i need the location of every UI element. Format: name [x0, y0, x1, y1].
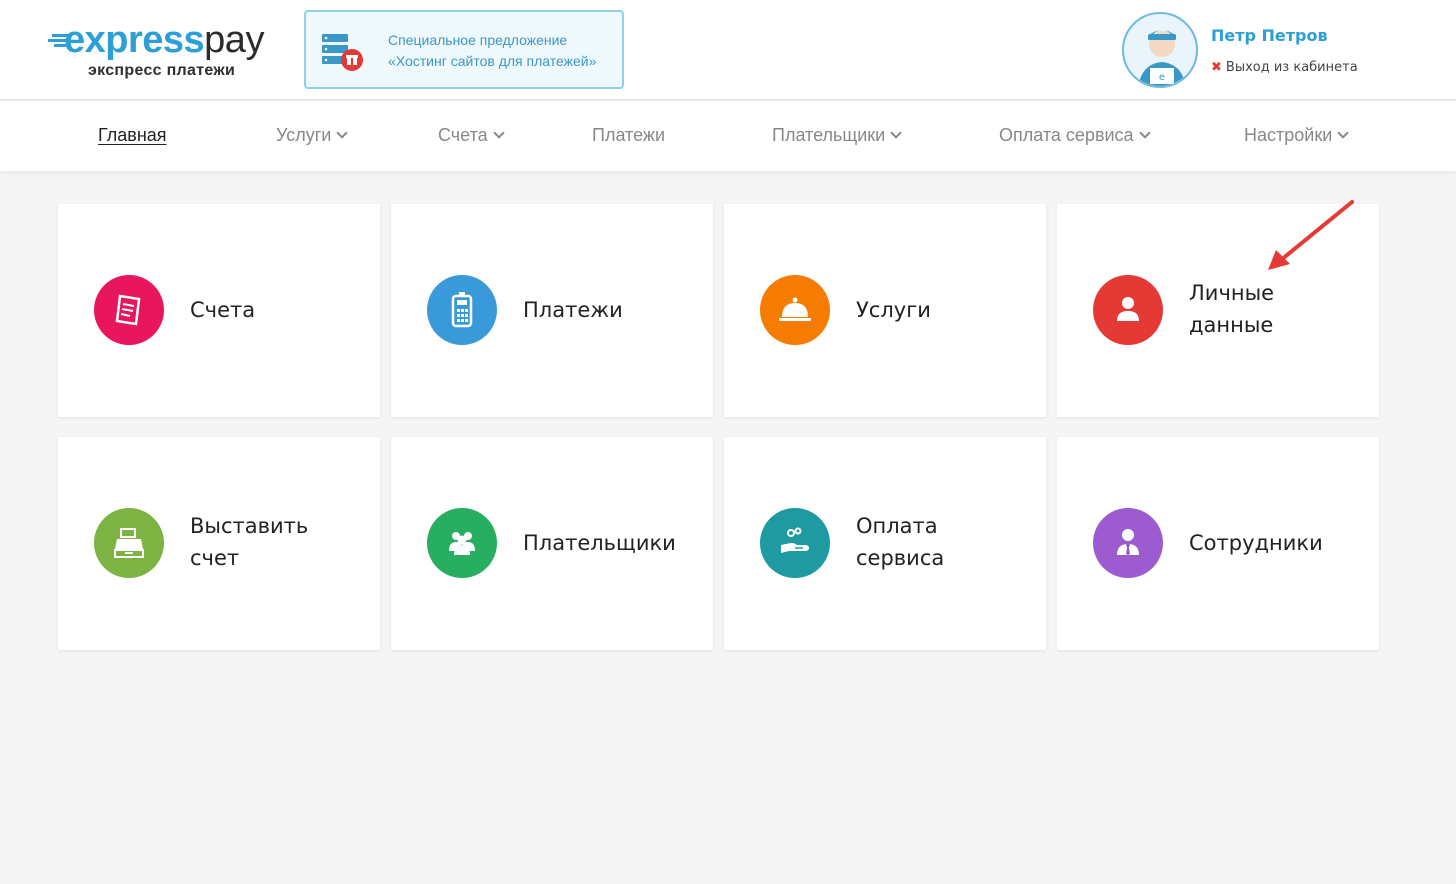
nav-item-invoices[interactable]: Счета [438, 125, 505, 146]
chevron-down-icon [1138, 127, 1151, 139]
promo-line-1: Специальное предложение [388, 32, 568, 48]
logout-link[interactable]: ✖ Выход из кабинета [1211, 60, 1358, 75]
nav-item-payments[interactable]: Платежи [592, 125, 665, 146]
cash-register-icon [94, 508, 164, 578]
tile-label: Услуги [856, 298, 931, 322]
tile-label: Личные данные [1189, 281, 1275, 337]
cloche-icon [760, 275, 830, 345]
expresspay-logo[interactable]: expresspay экспресс платежи [48, 18, 278, 88]
tile-services[interactable]: Услуги [724, 204, 1046, 417]
header: expresspay экспресс платежи Специальное … [0, 0, 1456, 100]
chevron-down-icon [1337, 127, 1349, 139]
tile-create-invoice[interactable]: Выставить счет [58, 437, 380, 650]
tile-invoices[interactable]: Счета [58, 204, 380, 417]
tile-payments[interactable]: Платежи [391, 204, 713, 417]
nav-item-home[interactable]: Главная [98, 125, 167, 146]
chevron-down-icon [492, 127, 505, 139]
nav-item-payers[interactable]: Плательщики [772, 125, 902, 146]
nav-item-services[interactable]: Услуги [276, 125, 349, 146]
svg-text:e: e [1159, 72, 1165, 83]
nav-item-service-payment[interactable]: Оплата сервиса [999, 125, 1151, 146]
red-arrow-icon [1268, 200, 1354, 270]
user-panel: e Петр Петров ✖ Выход из кабинета [1122, 12, 1422, 88]
tile-label: Плательщики [523, 531, 676, 555]
avatar[interactable]: e [1122, 12, 1198, 88]
promo-text: Специальное предложение «Хостинг сайтов … [388, 30, 618, 72]
user-avatar-icon: e [1138, 30, 1186, 86]
tile-label: Сотрудники [1189, 531, 1323, 555]
user-name[interactable]: Петр Петров [1211, 26, 1328, 45]
server-gift-icon [322, 34, 363, 71]
tile-label: Оплата сервиса [856, 514, 945, 570]
promo-banner[interactable]: Специальное предложение «Хостинг сайтов … [304, 10, 624, 89]
tile-label: Выставить счет [190, 514, 309, 570]
chevron-down-icon [890, 127, 902, 139]
main-nav: Главная Услуги Счета Платежи Плательщики… [0, 101, 1456, 171]
person-icon [1093, 275, 1163, 345]
hand-coin-icon [760, 508, 830, 578]
tile-label: Счета [190, 298, 256, 322]
employee-icon [1093, 508, 1163, 578]
tile-employees[interactable]: Сотрудники [1057, 437, 1379, 650]
group-icon [427, 508, 497, 578]
tile-payers[interactable]: Плательщики [391, 437, 713, 650]
tile-label: Платежи [523, 298, 623, 322]
promo-line-2: «Хостинг сайтов для платежей» [388, 53, 597, 69]
close-icon: ✖ [1211, 60, 1222, 75]
nav-item-settings[interactable]: Настройки [1244, 125, 1349, 146]
tile-service-payment[interactable]: Оплата сервиса [724, 437, 1046, 650]
invoice-icon [94, 275, 164, 345]
terminal-icon [427, 275, 497, 345]
logo-wordmark: expresspay [64, 19, 264, 61]
chevron-down-icon [336, 127, 349, 139]
logo-subtitle: экспресс платежи [88, 62, 236, 79]
